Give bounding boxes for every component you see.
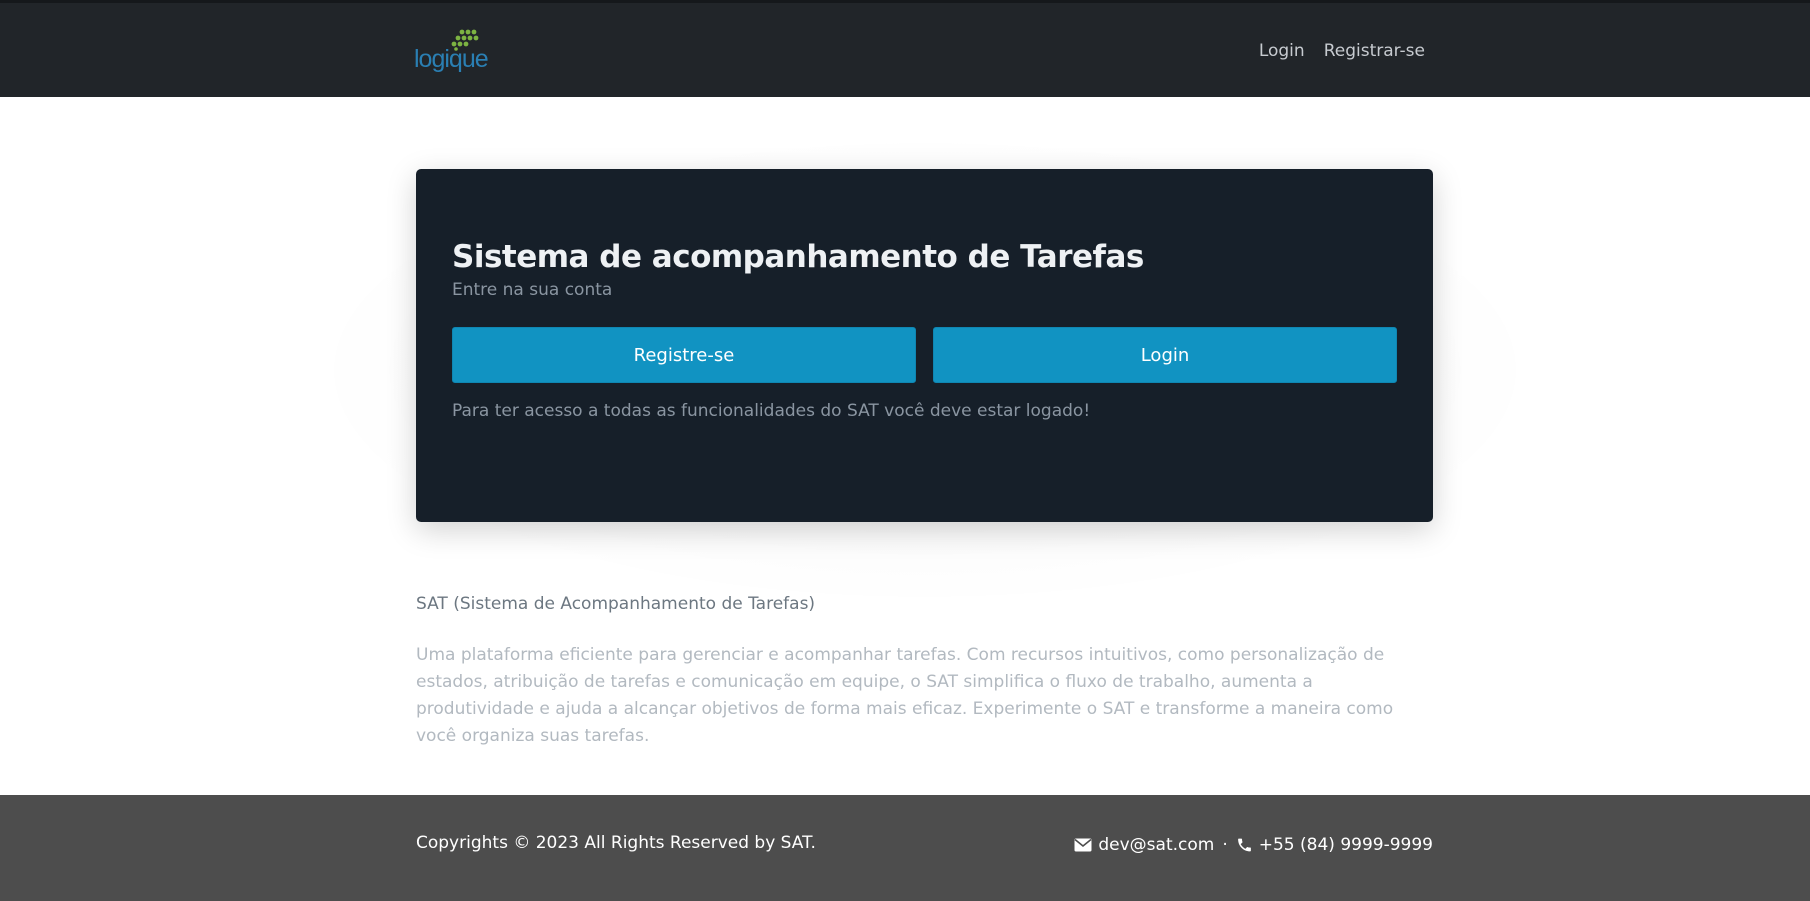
hero-subtitle: Entre na sua conta xyxy=(452,280,613,300)
about-description: Uma plataforma eficiente para gerenciar … xyxy=(416,645,1394,746)
hero-title: Sistema de acompanhamento de Tarefas xyxy=(452,239,1144,275)
about-title: SAT (Sistema de Acompanhamento de Tarefa… xyxy=(416,594,816,614)
main-nav: Login Registrar-se xyxy=(1259,41,1425,61)
register-button[interactable]: Registre-se xyxy=(452,327,916,383)
login-button[interactable]: Login xyxy=(933,327,1397,383)
top-navbar: logique Login Registrar-se xyxy=(0,0,1810,97)
nav-login-link[interactable]: Login xyxy=(1259,41,1305,61)
contact-email[interactable]: dev@sat.com xyxy=(1098,835,1214,855)
nav-register-link[interactable]: Registrar-se xyxy=(1324,41,1425,61)
logo[interactable]: logique xyxy=(414,29,494,73)
copyright-text: Copyrights © 2023 All Rights Reserved by… xyxy=(416,833,816,853)
contact-info: dev@sat.com · +55 (84) 9999-9999 xyxy=(1074,835,1433,855)
envelope-icon xyxy=(1074,838,1092,852)
contact-phone[interactable]: +55 (84) 9999-9999 xyxy=(1259,835,1433,855)
hero-login-notice: Para ter acesso a todas as funcionalidad… xyxy=(452,401,1091,421)
phone-icon xyxy=(1237,838,1251,852)
contact-separator: · xyxy=(1222,835,1228,855)
hero-card: Sistema de acompanhamento de Tarefas Ent… xyxy=(416,169,1433,522)
footer: Copyrights © 2023 All Rights Reserved by… xyxy=(0,795,1810,901)
logo-text: logique xyxy=(414,45,489,73)
